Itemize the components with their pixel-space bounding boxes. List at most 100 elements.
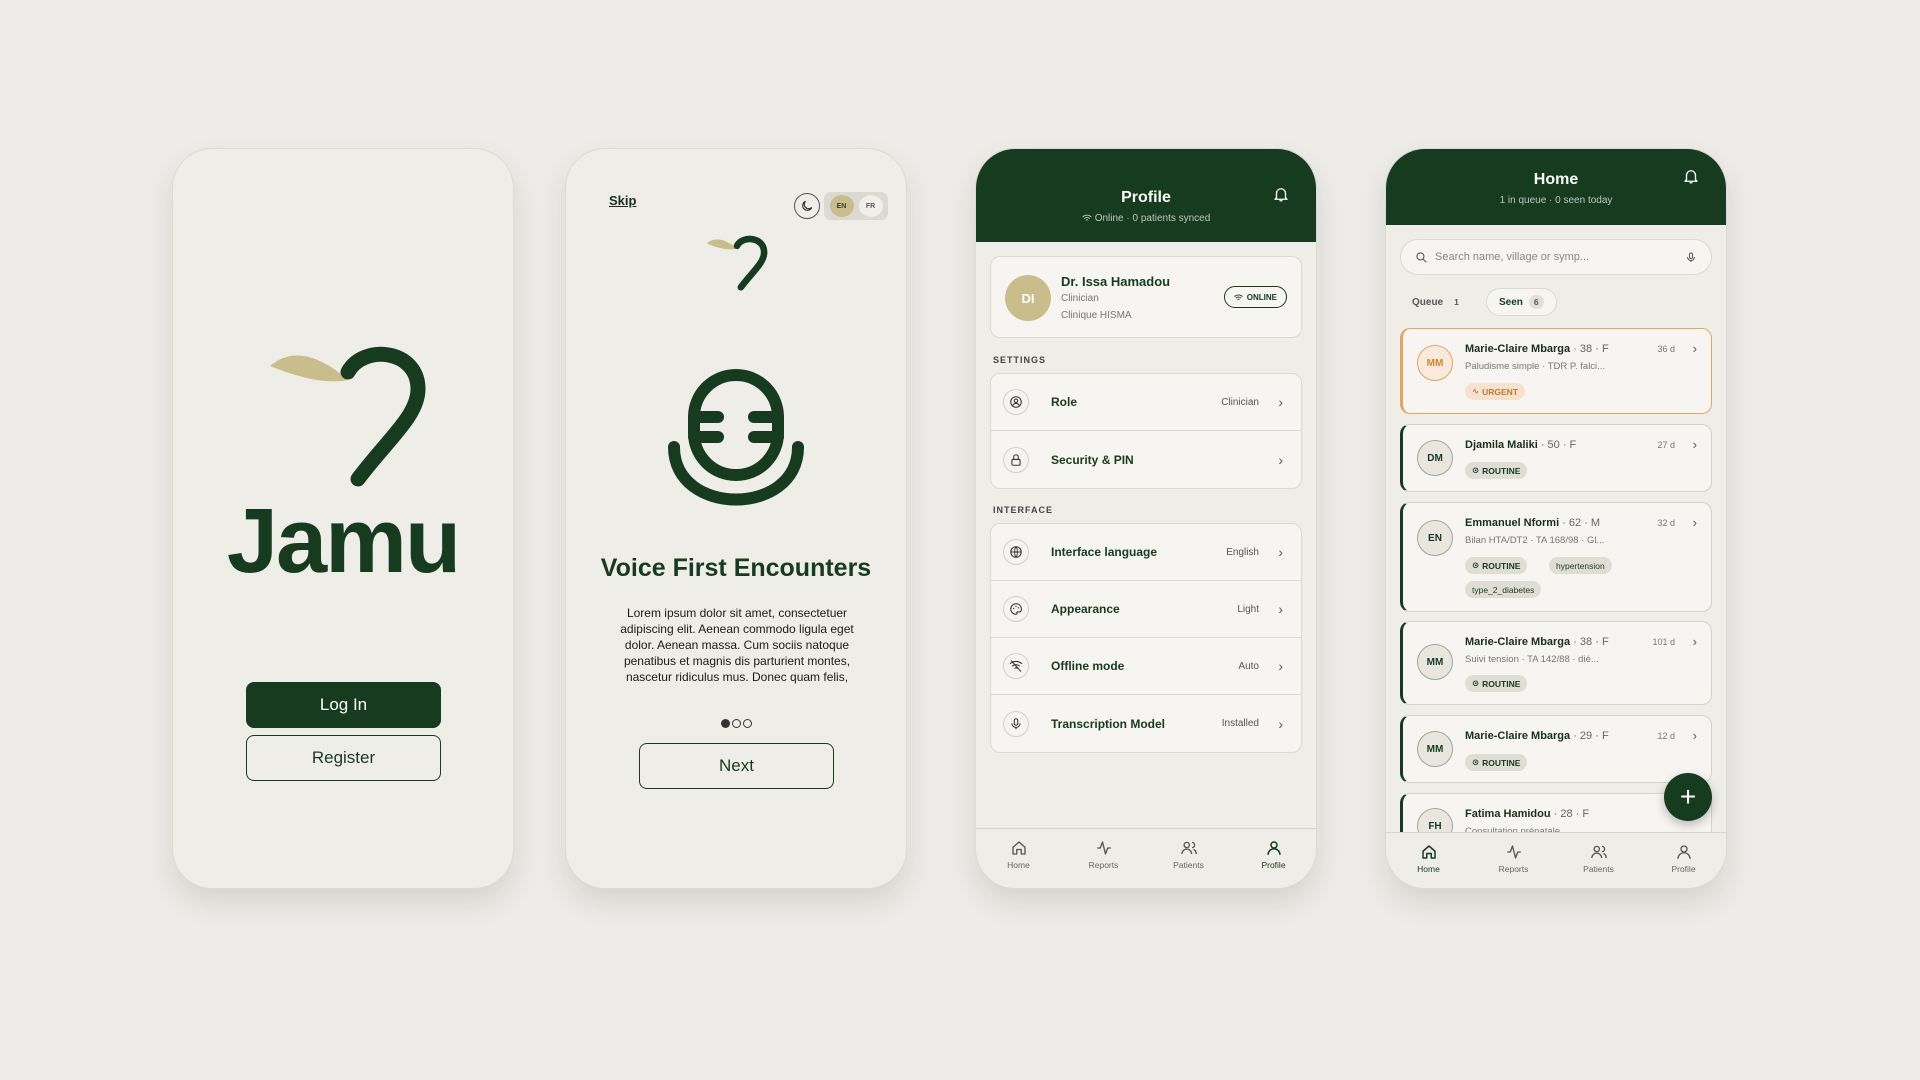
- settings-item-security[interactable]: Security & PIN ›: [991, 431, 1301, 488]
- interface-item-value: English: [1226, 546, 1259, 558]
- settings-item-value: Clinician: [1221, 396, 1259, 408]
- patient-days: 36 d: [1657, 344, 1675, 354]
- patient-summary: Bilan HTA/DT2 · TA 168/98 · Gl...: [1465, 535, 1605, 546]
- patient-days: 32 d: [1657, 518, 1675, 528]
- settings-section-label: SETTINGS: [993, 355, 1047, 365]
- page-dot[interactable]: [731, 719, 741, 728]
- tab-profile[interactable]: Profile: [1231, 829, 1316, 888]
- patient-card[interactable]: MM Marie-Claire Mbarga · 38 · F Suivi te…: [1400, 621, 1712, 705]
- patient-meta: · 28 · F: [1550, 808, 1590, 820]
- dark-mode-toggle[interactable]: [794, 193, 820, 219]
- language-toggle[interactable]: EN FR: [824, 192, 888, 220]
- moon-icon: [802, 200, 813, 211]
- interface-item-appearance[interactable]: Appearance Light ›: [991, 581, 1301, 638]
- wifi-off-icon: [1009, 660, 1023, 672]
- avatar: MM: [1417, 345, 1453, 381]
- urgency-badge: ⊙ ROUTINE: [1465, 675, 1528, 692]
- patient-meta: · 62 · M: [1559, 517, 1601, 529]
- user-name: Dr. Issa Hamadou: [1061, 274, 1171, 289]
- bottom-tab-bar: Home Reports Patients Profile: [1386, 832, 1726, 888]
- user-clinic: Clinique HISMA: [1061, 310, 1132, 321]
- chevron-right-icon: ›: [1278, 451, 1283, 468]
- chevron-right-icon: ›: [1692, 341, 1697, 356]
- settings-list: Role Clinician › Security & PIN ›: [990, 373, 1302, 489]
- patient-card[interactable]: EN Emmanuel Nformi · 62 · M Bilan HTA/DT…: [1400, 502, 1712, 612]
- palette-icon: [1010, 603, 1022, 615]
- urgency-badge: ⊙ ROUTINE: [1465, 754, 1528, 771]
- user-card[interactable]: DI Dr. Issa Hamadou Clinician Clinique H…: [990, 256, 1302, 338]
- check-circle-icon: ⊙: [1472, 465, 1480, 475]
- lock-icon: [1011, 453, 1021, 466]
- settings-item-label: Security & PIN: [1051, 452, 1134, 467]
- status-badge: ONLINE: [1223, 286, 1287, 308]
- tab-queue[interactable]: Queue 1: [1400, 288, 1476, 316]
- interface-item-label: Transcription Model: [1051, 716, 1166, 731]
- wifi-icon: [1082, 214, 1092, 221]
- lang-en-option[interactable]: EN: [829, 195, 854, 217]
- search-bar[interactable]: Search name, village or symp...: [1400, 239, 1712, 275]
- patient-name: Marie-Claire Mbarga: [1465, 636, 1571, 648]
- page-title: Profile: [1121, 189, 1171, 206]
- users-icon: [1590, 845, 1607, 859]
- tab-home[interactable]: Home: [1386, 833, 1471, 888]
- interface-item-offline[interactable]: Offline mode Auto ›: [991, 638, 1301, 695]
- chevron-right-icon: ›: [1692, 515, 1697, 530]
- patient-card[interactable]: MM Marie-Claire Mbarga · 38 · F Paludism…: [1400, 328, 1712, 414]
- chevron-right-icon: ›: [1278, 544, 1283, 560]
- users-icon: [1180, 841, 1197, 855]
- lang-fr-option[interactable]: FR: [858, 195, 883, 217]
- user-role: Clinician: [1061, 293, 1099, 304]
- interface-list: Interface language English › Appearance …: [990, 523, 1302, 753]
- urgency-badge: ∿ URGENT: [1465, 383, 1526, 400]
- skip-link[interactable]: Skip: [609, 193, 636, 208]
- patient-meta: · 50 · F: [1537, 439, 1577, 451]
- next-button[interactable]: Next: [639, 743, 834, 789]
- chevron-right-icon: ›: [1278, 601, 1283, 617]
- interface-section-label: INTERFACE: [993, 505, 1054, 515]
- home-screen: Home 1 in queue · 0 seen today Search na…: [1385, 148, 1727, 889]
- urgency-badge: ⊙ ROUTINE: [1465, 462, 1528, 479]
- patient-meta: · 29 · F: [1570, 730, 1609, 742]
- interface-item-transcription[interactable]: Transcription Model Installed ›: [991, 695, 1301, 752]
- home-icon: [1011, 841, 1026, 855]
- onboarding-body: Lorem ipsum dolor sit amet, consectetuer…: [620, 606, 854, 684]
- patient-days: 101 d: [1652, 637, 1675, 647]
- add-patient-button[interactable]: +: [1664, 773, 1712, 821]
- page-dot[interactable]: [742, 719, 752, 728]
- chevron-right-icon: ›: [1692, 437, 1697, 452]
- patient-summary: Suivi tension · TA 142/88 · dié...: [1465, 654, 1599, 665]
- tab-patients[interactable]: Patients: [1146, 829, 1231, 888]
- tab-reports[interactable]: Reports: [1471, 833, 1556, 888]
- patient-name: Fatima Hamidou: [1465, 808, 1551, 820]
- login-button[interactable]: Log In: [246, 682, 441, 728]
- avatar: DM: [1417, 440, 1453, 476]
- condition-tag: type_2_diabetes: [1465, 581, 1542, 598]
- tab-seen[interactable]: Seen 6: [1486, 288, 1557, 316]
- interface-item-value: Auto: [1238, 660, 1259, 672]
- check-circle-icon: ⊙: [1472, 757, 1480, 767]
- interface-item-label: Interface language: [1051, 545, 1158, 559]
- patient-card[interactable]: MM Marie-Claire Mbarga · 29 · F 12 d › ⊙…: [1400, 715, 1712, 783]
- chevron-right-icon: ›: [1278, 715, 1283, 732]
- patient-card[interactable]: DM Djamila Maliki · 50 · F 27 d › ⊙ ROUTI…: [1400, 424, 1712, 492]
- microphone-icon[interactable]: [1685, 251, 1697, 264]
- patient-days: 12 d: [1657, 731, 1675, 741]
- chevron-right-icon: ›: [1278, 658, 1283, 674]
- app-header: Profile Online · 0 patients synced: [976, 149, 1316, 242]
- search-input[interactable]: Search name, village or symp...: [1435, 251, 1589, 263]
- bell-icon[interactable]: [1272, 185, 1290, 203]
- tab-home[interactable]: Home: [976, 829, 1061, 888]
- page-title: Home: [1533, 171, 1579, 188]
- user-icon: [1676, 845, 1691, 859]
- tab-patients[interactable]: Patients: [1556, 833, 1641, 888]
- patient-summary: Paludisme simple · TDR P. falci...: [1465, 361, 1606, 372]
- chevron-right-icon: ›: [1278, 394, 1283, 410]
- interface-item-language[interactable]: Interface language English ›: [991, 524, 1301, 581]
- header-subtitle: Online · 0 patients synced: [976, 213, 1316, 224]
- tab-reports[interactable]: Reports: [1061, 829, 1146, 888]
- settings-item-role[interactable]: Role Clinician ›: [991, 374, 1301, 431]
- tab-profile[interactable]: Profile: [1641, 833, 1726, 888]
- register-button[interactable]: Register: [246, 735, 441, 781]
- bell-icon[interactable]: [1682, 167, 1700, 185]
- page-dot[interactable]: [720, 719, 730, 728]
